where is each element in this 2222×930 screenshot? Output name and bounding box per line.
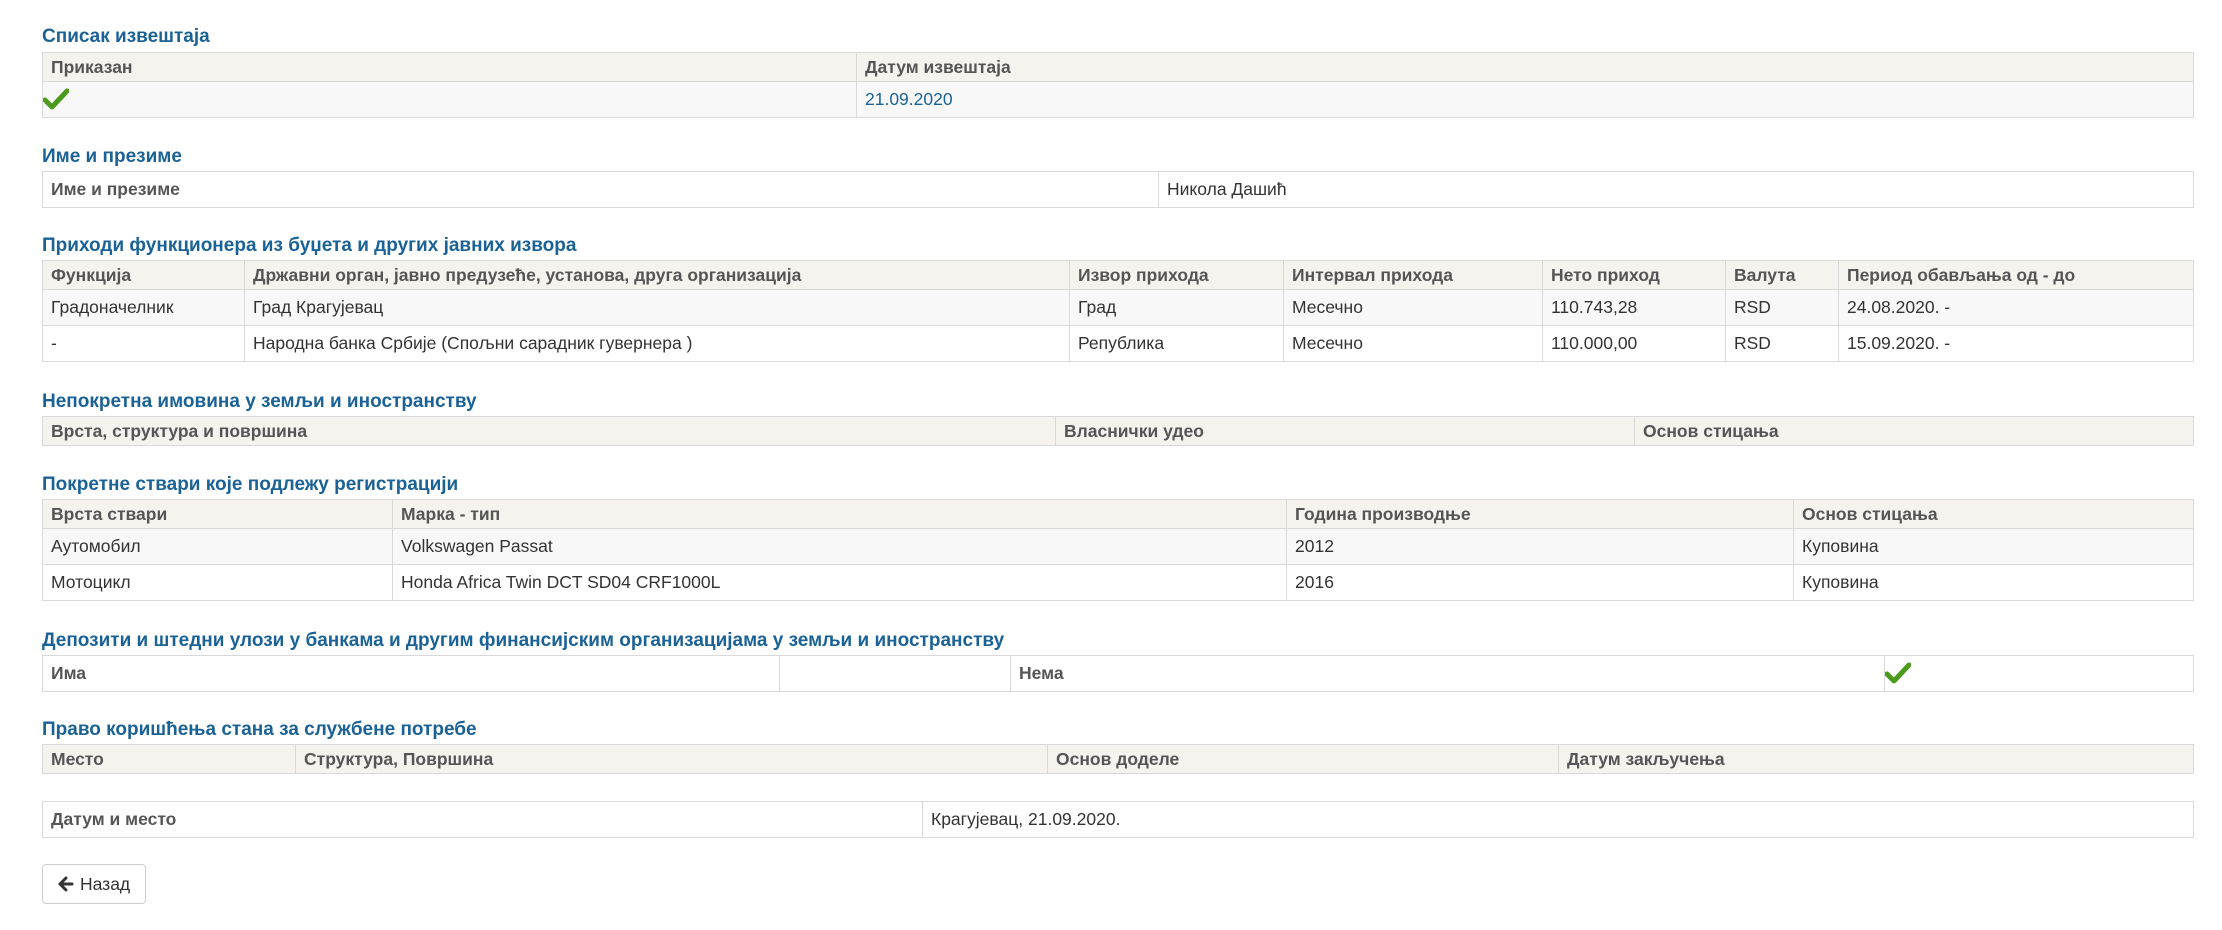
reports-table: Приказан Датум извештаја 21.09.2020 (42, 52, 2194, 118)
column-header: Структура, Површина (295, 744, 1048, 774)
vehicles-table: Врста ствари Марка - тип Година производ… (42, 499, 2194, 601)
back-button[interactable]: Назад (42, 864, 147, 904)
table-cell: Месечно (1283, 325, 1543, 362)
arrow-left-icon (58, 876, 74, 892)
name-label: Име и презиме (42, 171, 1159, 208)
column-header: Датум извештаја (856, 52, 2194, 82)
table-cell: Куповина (1793, 528, 2194, 565)
column-header: Извор прихода (1069, 260, 1284, 290)
table-cell: Град (1069, 289, 1284, 326)
column-header: Место (42, 744, 296, 774)
deposits-has-value (779, 655, 1011, 692)
column-header: Власнички удео (1055, 416, 1635, 446)
table-row: Мотоцикл Honda Africa Twin DCT SD04 CRF1… (42, 564, 2194, 601)
table-row: - Народна банка Србије (Спољни сарадник … (42, 325, 2194, 362)
section-title-realestate: Непокретна имовина у земљи и иностранств… (42, 391, 477, 412)
income-table: Функција Државни орган, јавно предузеће,… (42, 260, 2194, 362)
column-header: Основ стицања (1793, 499, 2194, 529)
section-title-apartment: Право коришћења стана за службене потреб… (42, 719, 477, 740)
column-header: Датум закључења (1558, 744, 2194, 774)
column-header: Нето приход (1542, 260, 1726, 290)
deposits-none-label: Нема (1010, 655, 1885, 692)
back-button-label: Назад (80, 873, 131, 894)
table-cell: RSD (1725, 289, 1839, 326)
table-cell: Аутомобил (42, 528, 393, 565)
table-cell: 15.09.2020. - (1838, 325, 2194, 362)
deposits-has-label: Има (42, 655, 780, 692)
table-cell: Народна банка Србије (Спољни сарадник гу… (244, 325, 1070, 362)
section-title-vehicles: Покретне ствари које подлежу регистрациј… (42, 474, 459, 495)
table-cell: Република (1069, 325, 1284, 362)
table-cell: 110.000,00 (1542, 325, 1726, 362)
column-header: Основ доделе (1047, 744, 1559, 774)
footer-value: Крагујевац, 21.09.2020. (922, 801, 2194, 838)
column-header: Интервал прихода (1283, 260, 1543, 290)
section-title-reports: Списак извештаја (42, 26, 210, 47)
table-row: 21.09.2020 (42, 81, 2194, 118)
table-cell: Куповина (1793, 564, 2194, 601)
report-page: Списак извештаја Приказан Датум извештај… (0, 0, 2222, 930)
deposits-table: Има Нема (42, 655, 2194, 692)
column-header: Основ стицања (1634, 416, 2194, 446)
apartment-table: Место Структура, Површина Основ доделе Д… (42, 744, 2194, 774)
check-icon (1885, 662, 1911, 686)
table-cell: Градоначелник (42, 289, 245, 326)
table-cell: Град Крагујевац (244, 289, 1070, 326)
table-cell: RSD (1725, 325, 1839, 362)
column-header: Период обављања од - до (1838, 260, 2194, 290)
check-icon (43, 88, 69, 112)
table-row: Аутомобил Volkswagen Passat 2012 Куповин… (42, 528, 2194, 565)
table-cell: 110.743,28 (1542, 289, 1726, 326)
column-header: Марка - тип (392, 499, 1287, 529)
table-cell: 2012 (1286, 528, 1794, 565)
report-date-link[interactable]: 21.09.2020 (856, 81, 2194, 118)
footer-label: Датум и место (42, 801, 923, 838)
realestate-table: Врста, структура и површина Власнички уд… (42, 416, 2194, 446)
footer-table: Датум и место Крагујевац, 21.09.2020. (42, 801, 2194, 838)
column-header: Година производње (1286, 499, 1794, 529)
table-row: Градоначелник Град Крагујевац Град Месеч… (42, 289, 2194, 326)
column-header: Врста ствари (42, 499, 393, 529)
table-cell: Месечно (1283, 289, 1543, 326)
table-cell: Volkswagen Passat (392, 528, 1287, 565)
table-cell: Honda Africa Twin DCT SD04 CRF1000L (392, 564, 1287, 601)
column-header: Врста, структура и површина (42, 416, 1056, 446)
name-table: Име и презиме Никола Дашић (42, 171, 2194, 208)
column-header: Функција (42, 260, 245, 290)
table-cell: - (42, 325, 245, 362)
section-title-name: Име и презиме (42, 146, 182, 167)
column-header: Приказан (42, 52, 857, 82)
section-title-deposits: Депозити и штедни улози у банкама и друг… (42, 630, 1005, 651)
table-cell: 24.08.2020. - (1838, 289, 2194, 326)
table-cell: Мотоцикл (42, 564, 393, 601)
table-cell: 2016 (1286, 564, 1794, 601)
section-title-income: Приходи функционера из буџета и других ј… (42, 235, 577, 256)
column-header: Државни орган, јавно предузеће, установа… (244, 260, 1070, 290)
name-value: Никола Дашић (1158, 171, 2194, 208)
column-header: Валута (1725, 260, 1839, 290)
